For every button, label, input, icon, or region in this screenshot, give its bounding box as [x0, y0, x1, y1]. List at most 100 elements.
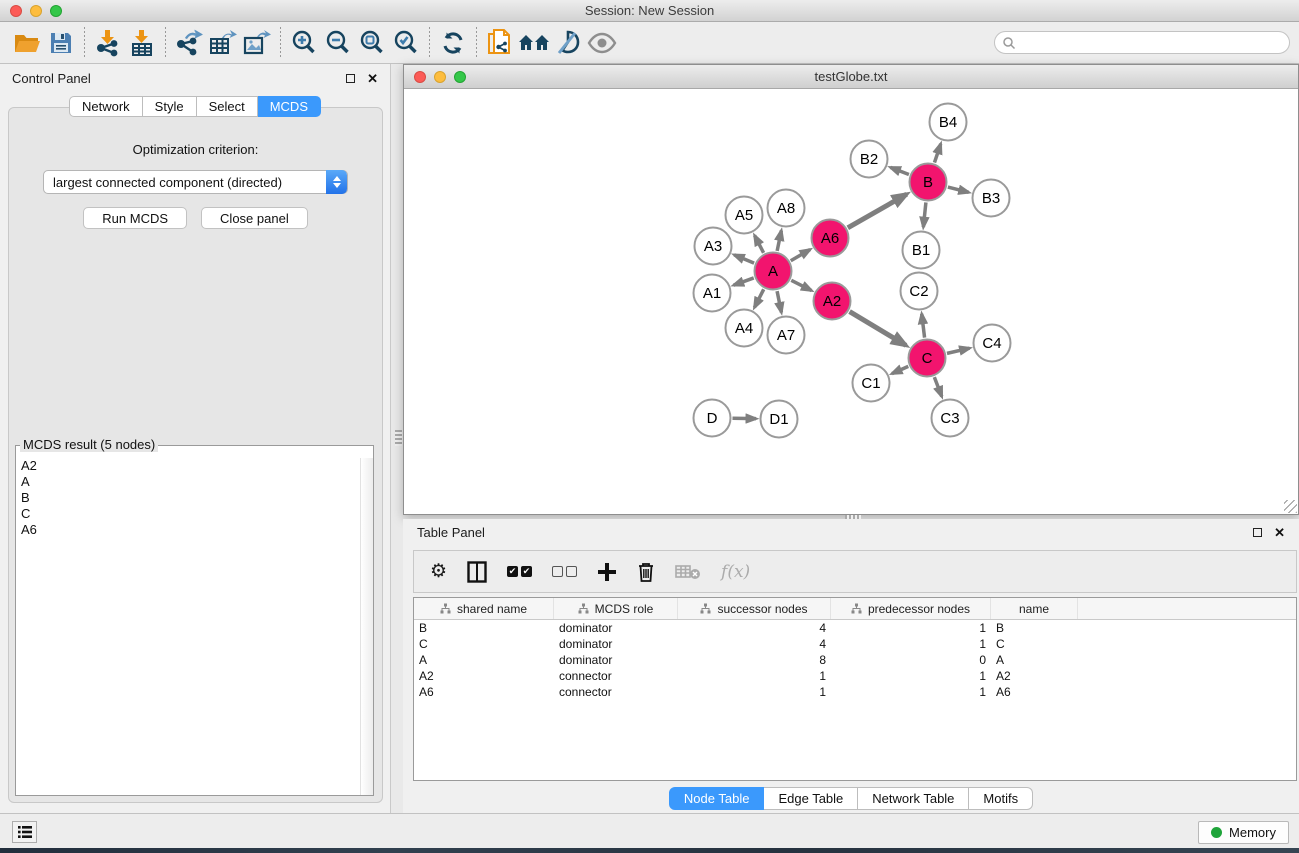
node-D[interactable]: D — [694, 400, 731, 437]
node-C1[interactable]: C1 — [853, 365, 890, 402]
table-row[interactable]: Cdominator41C — [414, 636, 1296, 652]
edge-C-C4[interactable] — [947, 348, 970, 353]
save-session-button[interactable] — [44, 26, 78, 60]
export-network-button[interactable] — [172, 26, 206, 60]
import-network-button[interactable] — [91, 26, 125, 60]
tab-network[interactable]: Network — [69, 96, 143, 117]
edge-A2-C[interactable] — [850, 312, 906, 346]
delete-column-button[interactable] — [637, 561, 655, 583]
node-B1[interactable]: B1 — [903, 232, 940, 269]
node-B[interactable]: B — [910, 164, 947, 201]
memory-button[interactable]: Memory — [1198, 821, 1289, 844]
node-C4[interactable]: C4 — [974, 325, 1011, 362]
zoom-selected-button[interactable] — [389, 26, 423, 60]
result-item[interactable]: A2 — [16, 458, 359, 474]
edge-A-A7[interactable] — [777, 291, 781, 312]
table-row[interactable]: A2connector11A2 — [414, 668, 1296, 684]
node-A[interactable]: A — [755, 253, 792, 290]
tab-mcds[interactable]: MCDS — [258, 96, 321, 117]
tab-edge-table[interactable]: Edge Table — [764, 787, 858, 810]
show-columns-button[interactable] — [467, 561, 487, 583]
result-item[interactable]: A6 — [16, 522, 359, 538]
node-C3[interactable]: C3 — [932, 400, 969, 437]
close-table-panel-icon[interactable]: ✕ — [1274, 526, 1285, 539]
tab-network-table[interactable]: Network Table — [858, 787, 969, 810]
column-header-predecessor-nodes[interactable]: predecessor nodes — [831, 598, 991, 619]
zoom-in-button[interactable] — [287, 26, 321, 60]
export-table-button[interactable] — [206, 26, 240, 60]
edge-A-A8[interactable] — [777, 231, 781, 251]
edge-A-A4[interactable] — [754, 289, 763, 307]
table-row[interactable]: Bdominator41B — [414, 620, 1296, 636]
edge-A-A2[interactable] — [791, 280, 811, 290]
node-B2[interactable]: B2 — [851, 141, 888, 178]
edge-A-A6[interactable] — [791, 250, 810, 261]
table-row[interactable]: Adominator80A — [414, 652, 1296, 668]
toggle-annotations-button[interactable] — [551, 26, 585, 60]
close-panel-icon[interactable]: ✕ — [367, 72, 378, 85]
node-A1[interactable]: A1 — [694, 275, 731, 312]
node-B4[interactable]: B4 — [930, 104, 967, 141]
node-B3[interactable]: B3 — [973, 180, 1010, 217]
node-A3[interactable]: A3 — [695, 228, 732, 265]
node-C2[interactable]: C2 — [901, 273, 938, 310]
node-A5[interactable]: A5 — [726, 197, 763, 234]
float-table-panel-icon[interactable] — [1253, 528, 1262, 537]
column-header-successor-nodes[interactable]: successor nodes — [678, 598, 831, 619]
column-header-MCDS-role[interactable]: MCDS role — [554, 598, 678, 619]
edge-C-C2[interactable] — [922, 314, 925, 338]
node-D1[interactable]: D1 — [761, 401, 798, 438]
table-row[interactable]: A6connector11A6 — [414, 684, 1296, 700]
edge-C-C1[interactable] — [892, 366, 908, 373]
node-A7[interactable]: A7 — [768, 317, 805, 354]
edge-B-B1[interactable] — [923, 202, 926, 227]
show-graphics-details-button[interactable] — [585, 26, 619, 60]
tab-node-table[interactable]: Node Table — [669, 787, 765, 810]
export-image-button[interactable] — [240, 26, 274, 60]
node-A6[interactable]: A6 — [812, 220, 849, 257]
vertical-splitter-grip[interactable] — [395, 430, 402, 446]
mcds-result-list[interactable]: A2ABCA6 — [16, 458, 359, 795]
network-close-button[interactable] — [414, 71, 426, 83]
deselect-all-button[interactable] — [552, 566, 577, 577]
minimize-window-button[interactable] — [30, 5, 42, 17]
node-A2[interactable]: A2 — [814, 283, 851, 320]
apply-layout-button[interactable] — [436, 26, 470, 60]
network-canvas[interactable]: A A1 A2 A3 A4 A5 A6 A7 A8 B B1 B2 B3 B4 C C1 C2 C3 C4 D D1 — [404, 89, 1298, 514]
tab-style[interactable]: Style — [143, 96, 197, 117]
close-panel-button[interactable]: Close panel — [201, 207, 308, 229]
show-hide-panels-button[interactable] — [517, 26, 551, 60]
window-resize-grip[interactable] — [1284, 500, 1297, 513]
edge-A6-B[interactable] — [848, 194, 907, 228]
table-options-button[interactable]: ⚙ — [430, 562, 447, 581]
zoom-out-button[interactable] — [321, 26, 355, 60]
clone-network-button[interactable] — [483, 26, 517, 60]
column-header-name[interactable]: name — [991, 598, 1078, 619]
edge-A-A3[interactable] — [734, 255, 754, 263]
task-history-button[interactable] — [12, 821, 37, 843]
run-mcds-button[interactable]: Run MCDS — [83, 207, 187, 229]
edge-B-B4[interactable] — [934, 144, 940, 163]
result-item[interactable]: B — [16, 490, 359, 506]
float-panel-icon[interactable] — [346, 74, 355, 83]
edge-B-B2[interactable] — [890, 167, 908, 174]
node-A4[interactable]: A4 — [726, 310, 763, 347]
open-session-button[interactable] — [10, 26, 44, 60]
result-scrollbar[interactable] — [360, 458, 373, 795]
close-window-button[interactable] — [10, 5, 22, 17]
zoom-fit-button[interactable] — [355, 26, 389, 60]
search-input[interactable] — [1016, 34, 1289, 52]
optimization-criterion-select[interactable]: largest connected component (directed) — [43, 170, 348, 194]
edge-B-B3[interactable] — [948, 187, 969, 192]
select-all-button[interactable]: ✔ ✔ — [507, 566, 532, 577]
result-item[interactable]: C — [16, 506, 359, 522]
network-graph[interactable]: A A1 A2 A3 A4 A5 A6 A7 A8 B B1 B2 B3 B4 C C1 C2 C3 C4 D D1 — [404, 89, 1298, 514]
add-column-button[interactable] — [597, 562, 617, 582]
column-header-shared-name[interactable]: shared name — [414, 598, 554, 619]
node-A8[interactable]: A8 — [768, 190, 805, 227]
zoom-window-button[interactable] — [50, 5, 62, 17]
network-minimize-button[interactable] — [434, 71, 446, 83]
tab-motifs[interactable]: Motifs — [969, 787, 1033, 810]
node-C[interactable]: C — [909, 340, 946, 377]
result-item[interactable]: A — [16, 474, 359, 490]
